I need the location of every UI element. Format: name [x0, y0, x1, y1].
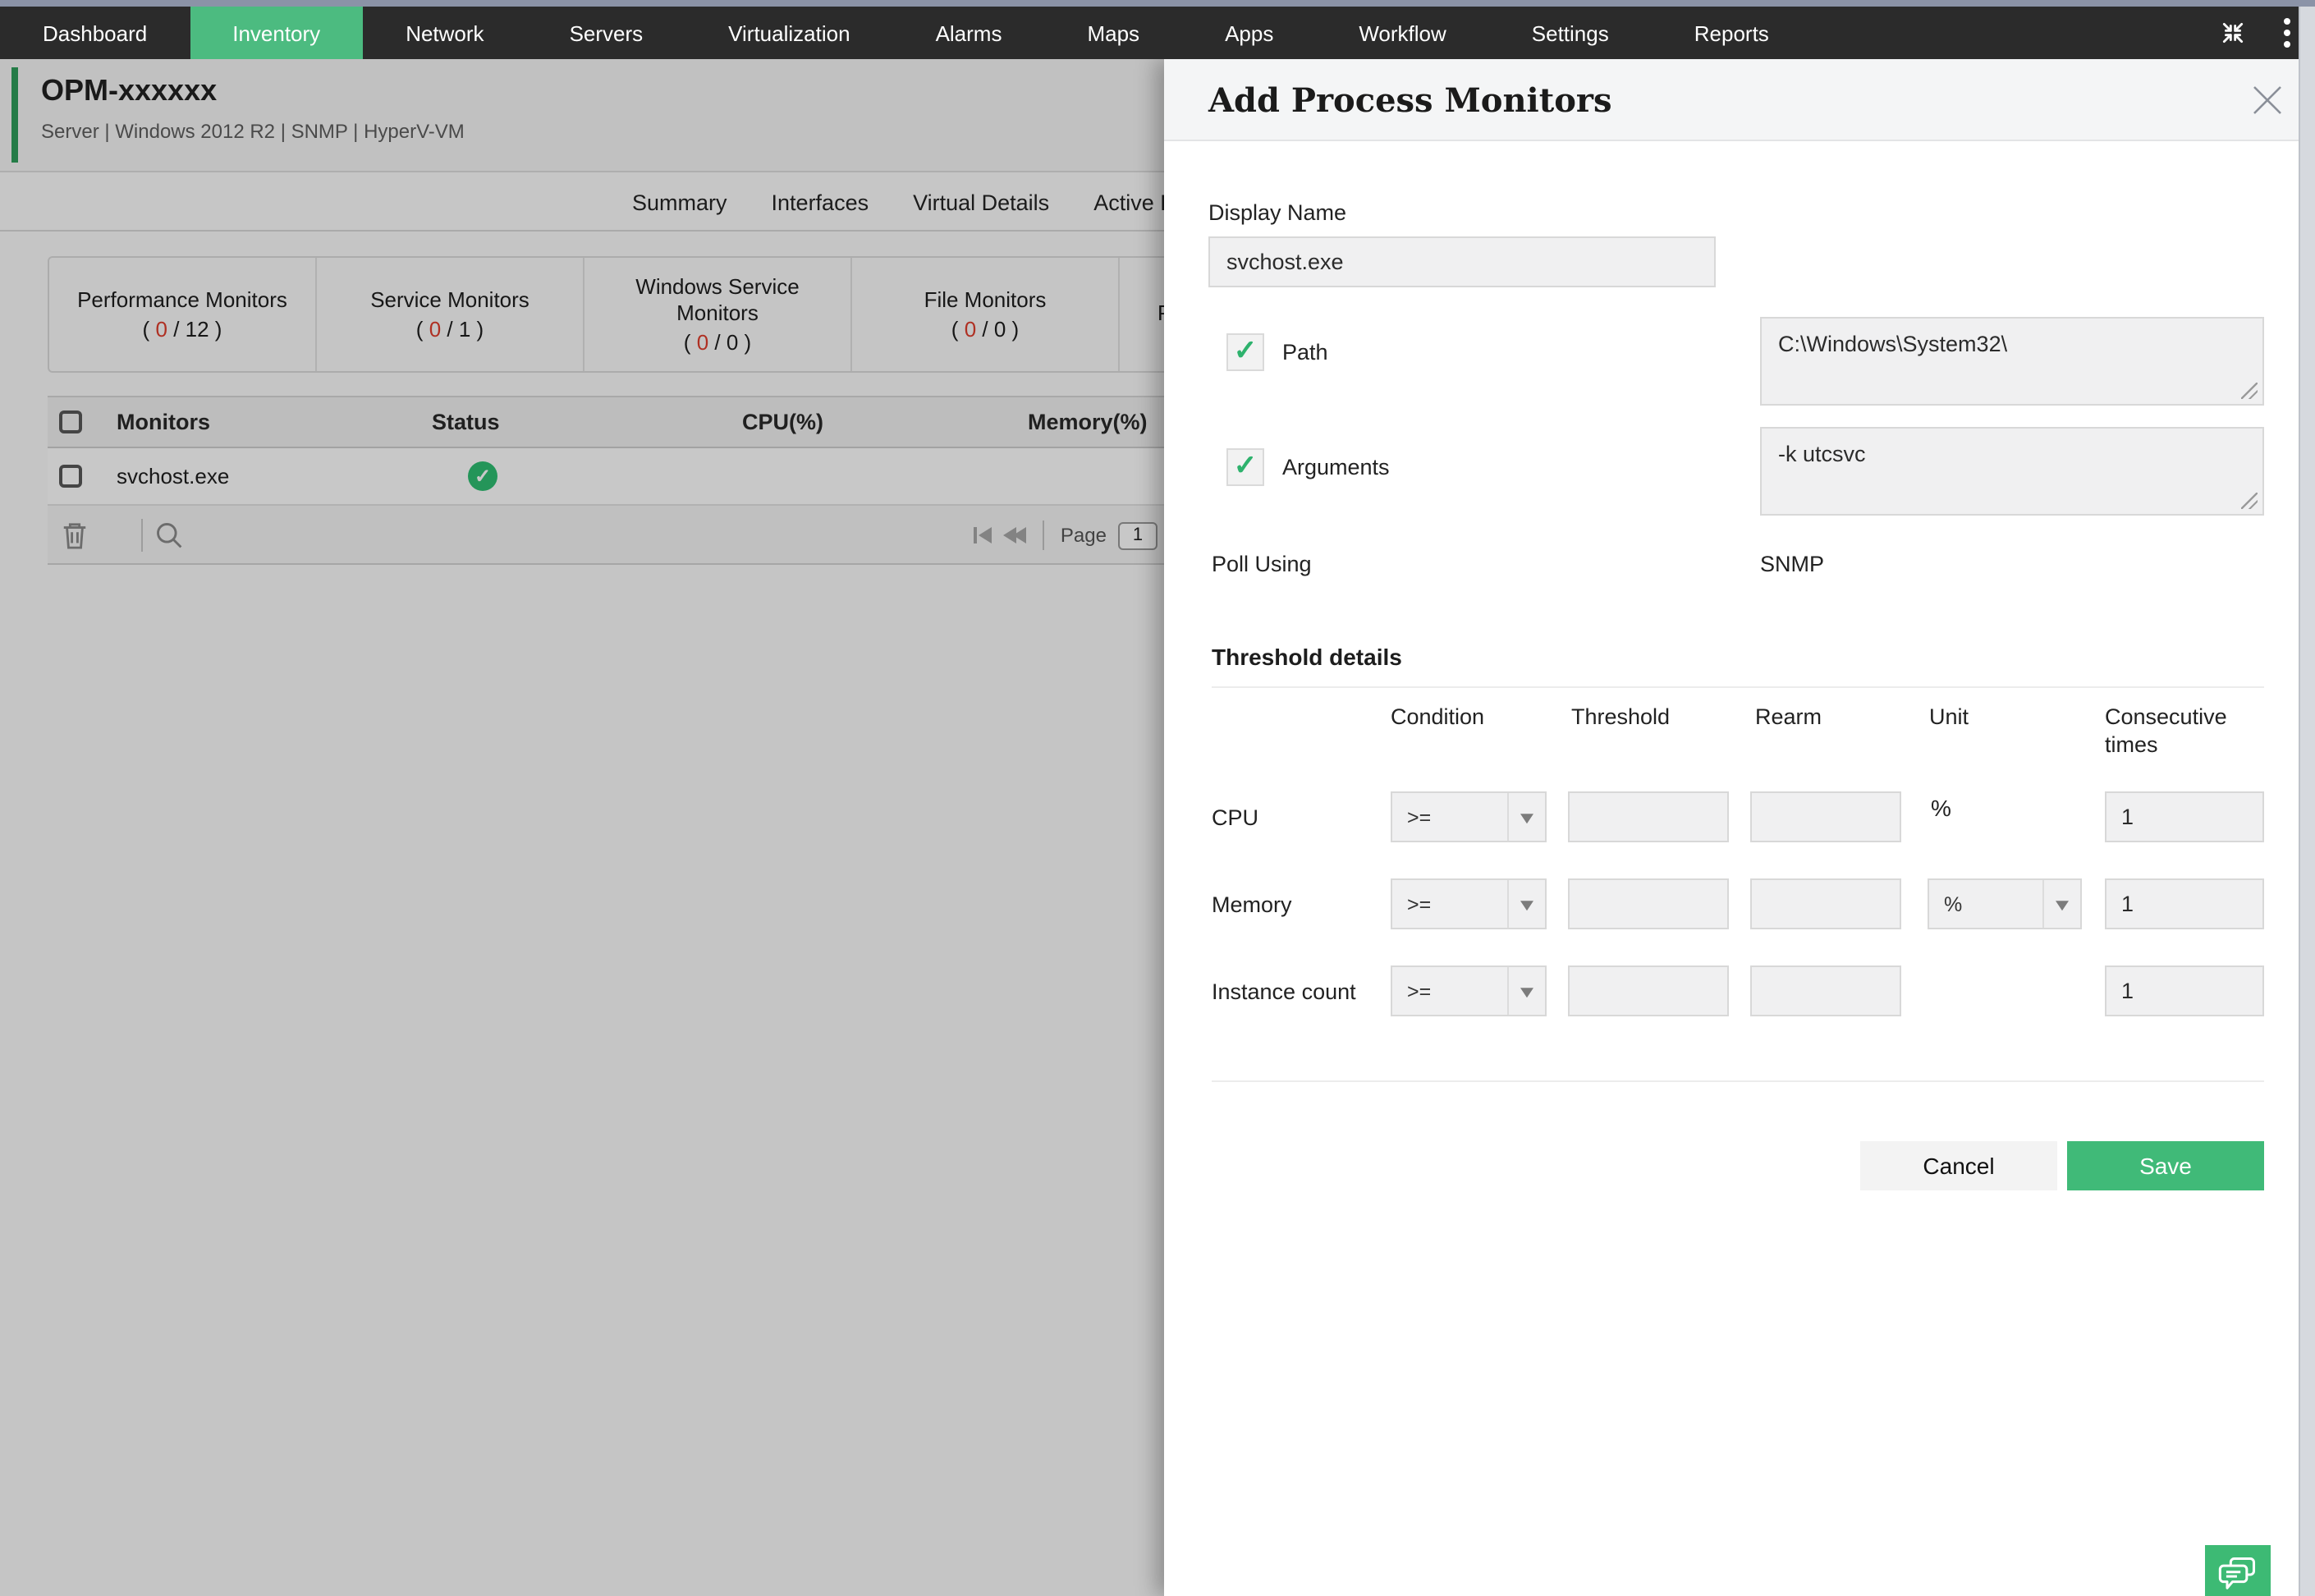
- add-process-monitors-panel: Add Process Monitors Display Name ✓ Path…: [1164, 59, 2315, 1596]
- chevron-down-icon: [1520, 987, 1533, 998]
- nav-item-settings[interactable]: Settings: [1489, 7, 1652, 59]
- threshold-row-memory: Memory >= %: [1212, 878, 2264, 929]
- arguments-label: Arguments: [1282, 455, 1390, 479]
- kebab-menu-icon[interactable]: [2276, 16, 2299, 49]
- cpu-rearm-input[interactable]: [1750, 791, 1901, 842]
- memory-consecutive-input[interactable]: [2105, 878, 2264, 929]
- path-label: Path: [1282, 340, 1328, 365]
- nav-item-servers[interactable]: Servers: [527, 7, 686, 59]
- threshold-row-cpu: CPU >= %: [1212, 791, 2264, 842]
- nav-item-workflow[interactable]: Workflow: [1316, 7, 1488, 59]
- path-checkbox[interactable]: ✓: [1226, 333, 1264, 371]
- instance-rearm-input[interactable]: [1750, 965, 1901, 1016]
- path-textarea[interactable]: C:\Windows\System32\: [1760, 317, 2264, 406]
- nav-right-controls: [2216, 7, 2299, 59]
- cpu-condition-select[interactable]: >=: [1391, 791, 1547, 842]
- display-name-input[interactable]: [1208, 236, 1716, 287]
- instance-threshold-input[interactable]: [1568, 965, 1729, 1016]
- window-top-edge: [0, 0, 2315, 7]
- nav-item-reports[interactable]: Reports: [1652, 7, 1812, 59]
- nav-item-virtualization[interactable]: Virtualization: [685, 7, 892, 59]
- collapse-icon[interactable]: [2216, 16, 2249, 49]
- instance-consecutive-input[interactable]: [2105, 965, 2264, 1016]
- memory-condition-select[interactable]: >=: [1391, 878, 1547, 929]
- threshold-details-heading: Threshold details: [1212, 644, 1402, 670]
- threshold-row-instance-count: Instance count >=: [1212, 965, 2264, 1016]
- divider: [1212, 1080, 2264, 1082]
- save-button[interactable]: Save: [2067, 1141, 2264, 1190]
- chat-icon: [2218, 1557, 2256, 1589]
- divider: [1212, 686, 2264, 688]
- nav-item-dashboard[interactable]: Dashboard: [0, 7, 190, 59]
- memory-unit-select[interactable]: %: [1928, 878, 2082, 929]
- nav-item-alarms[interactable]: Alarms: [893, 7, 1045, 59]
- nav-item-inventory[interactable]: Inventory: [190, 7, 364, 59]
- nav-item-network[interactable]: Network: [363, 7, 526, 59]
- app-window: Dashboard Inventory Network Servers Virt…: [0, 0, 2315, 1596]
- col-rearm: Rearm: [1755, 704, 1822, 729]
- panel-title: Add Process Monitors: [1208, 80, 1612, 120]
- nav-item-apps[interactable]: Apps: [1182, 7, 1316, 59]
- poll-using-label: Poll Using: [1212, 552, 1312, 576]
- chat-widget-button[interactable]: [2205, 1545, 2271, 1596]
- close-icon[interactable]: [2249, 82, 2285, 118]
- cpu-unit: %: [1931, 795, 1951, 821]
- chevron-down-icon: [2056, 900, 2069, 910]
- arguments-checkbox[interactable]: ✓: [1226, 448, 1264, 486]
- col-consecutive-times: Consecutive times: [2105, 704, 2227, 757]
- col-unit: Unit: [1929, 704, 1969, 729]
- arguments-textarea[interactable]: -k utcsvc: [1760, 427, 2264, 516]
- top-nav-list: Dashboard Inventory Network Servers Virt…: [0, 7, 1812, 59]
- top-nav: Dashboard Inventory Network Servers Virt…: [0, 7, 2315, 59]
- panel-header: Add Process Monitors: [1164, 59, 2315, 141]
- col-threshold: Threshold: [1571, 704, 1671, 729]
- chevron-down-icon: [1520, 813, 1533, 823]
- memory-threshold-input[interactable]: [1568, 878, 1729, 929]
- memory-rearm-input[interactable]: [1750, 878, 1901, 929]
- chevron-down-icon: [1520, 900, 1533, 910]
- cpu-consecutive-input[interactable]: [2105, 791, 2264, 842]
- instance-condition-select[interactable]: >=: [1391, 965, 1547, 1016]
- scrollbar[interactable]: [2299, 7, 2315, 1596]
- poll-using-value: SNMP: [1760, 552, 1825, 576]
- col-condition: Condition: [1391, 704, 1485, 729]
- display-name-label: Display Name: [1208, 200, 1347, 225]
- nav-item-maps[interactable]: Maps: [1044, 7, 1182, 59]
- cancel-button[interactable]: Cancel: [1860, 1141, 2057, 1190]
- cpu-threshold-input[interactable]: [1568, 791, 1729, 842]
